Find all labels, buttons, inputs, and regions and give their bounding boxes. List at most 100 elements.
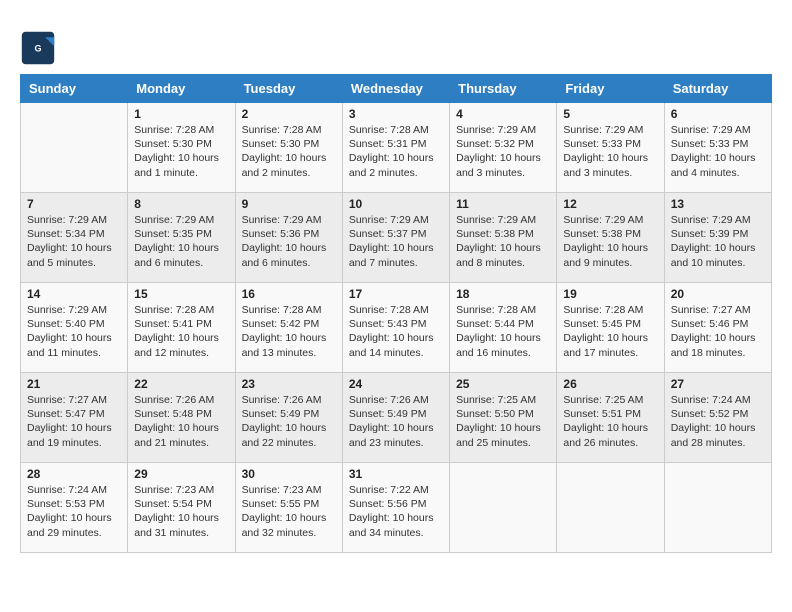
column-header-tuesday: Tuesday xyxy=(235,75,342,103)
day-info: Sunrise: 7:28 AM Sunset: 5:45 PM Dayligh… xyxy=(563,303,657,360)
day-info: Sunrise: 7:29 AM Sunset: 5:36 PM Dayligh… xyxy=(242,213,336,270)
day-number: 4 xyxy=(456,107,550,121)
day-info: Sunrise: 7:25 AM Sunset: 5:50 PM Dayligh… xyxy=(456,393,550,450)
calendar-cell: 19Sunrise: 7:28 AM Sunset: 5:45 PM Dayli… xyxy=(557,283,664,373)
day-info: Sunrise: 7:26 AM Sunset: 5:48 PM Dayligh… xyxy=(134,393,228,450)
day-number: 24 xyxy=(349,377,443,391)
day-info: Sunrise: 7:28 AM Sunset: 5:31 PM Dayligh… xyxy=(349,123,443,180)
column-header-thursday: Thursday xyxy=(450,75,557,103)
calendar-cell: 2Sunrise: 7:28 AM Sunset: 5:30 PM Daylig… xyxy=(235,103,342,193)
day-info: Sunrise: 7:29 AM Sunset: 5:37 PM Dayligh… xyxy=(349,213,443,270)
day-info: Sunrise: 7:26 AM Sunset: 5:49 PM Dayligh… xyxy=(242,393,336,450)
day-number: 22 xyxy=(134,377,228,391)
week-row-5: 28 Sunrise: 7:24 AM Sunset: 5:53 PM Dayli… xyxy=(21,463,772,553)
day-info: Sunrise: 7:29 AM Sunset: 5:35 PM Dayligh… xyxy=(134,213,228,270)
calendar-cell: 5 Sunrise: 7:29 AM Sunset: 5:33 PM Daylig… xyxy=(557,103,664,193)
day-info: Sunrise: 7:29 AM Sunset: 5:38 PM Dayligh… xyxy=(563,213,657,270)
svg-text:G: G xyxy=(34,44,41,54)
calendar-cell: 12Sunrise: 7:29 AM Sunset: 5:38 PM Dayli… xyxy=(557,193,664,283)
day-info: Sunrise: 7:26 AM Sunset: 5:49 PM Dayligh… xyxy=(349,393,443,450)
day-number: 25 xyxy=(456,377,550,391)
day-info: Sunrise: 7:29 AM Sunset: 5:33 PM Dayligh… xyxy=(563,123,657,180)
calendar-cell: 16 Sunrise: 7:28 AM Sunset: 5:42 PM Dayli… xyxy=(235,283,342,373)
calendar-cell: 26Sunrise: 7:25 AM Sunset: 5:51 PM Dayli… xyxy=(557,373,664,463)
day-info: Sunrise: 7:29 AM Sunset: 5:34 PM Dayligh… xyxy=(27,213,121,270)
column-header-sunday: Sunday xyxy=(21,75,128,103)
calendar-cell xyxy=(21,103,128,193)
day-number: 26 xyxy=(563,377,657,391)
calendar-cell: 9 Sunrise: 7:29 AM Sunset: 5:36 PM Daylig… xyxy=(235,193,342,283)
day-info: Sunrise: 7:28 AM Sunset: 5:44 PM Dayligh… xyxy=(456,303,550,360)
day-number: 1 xyxy=(134,107,228,121)
week-row-4: 21 Sunrise: 7:27 AM Sunset: 5:47 PM Dayli… xyxy=(21,373,772,463)
day-number: 11 xyxy=(456,197,550,211)
day-info: Sunrise: 7:27 AM Sunset: 5:46 PM Dayligh… xyxy=(671,303,765,360)
day-number: 29 xyxy=(134,467,228,481)
day-number: 8 xyxy=(134,197,228,211)
calendar-cell: 10 Sunrise: 7:29 AM Sunset: 5:37 PM Dayli… xyxy=(342,193,449,283)
calendar-cell: 30Sunrise: 7:23 AM Sunset: 5:55 PM Dayli… xyxy=(235,463,342,553)
day-info: Sunrise: 7:29 AM Sunset: 5:39 PM Dayligh… xyxy=(671,213,765,270)
day-number: 28 xyxy=(27,467,121,481)
calendar-cell: 25 Sunrise: 7:25 AM Sunset: 5:50 PM Dayli… xyxy=(450,373,557,463)
calendar-cell: 14 Sunrise: 7:29 AM Sunset: 5:40 PM Dayli… xyxy=(21,283,128,373)
calendar-cell: 8 Sunrise: 7:29 AM Sunset: 5:35 PM Daylig… xyxy=(128,193,235,283)
day-number: 21 xyxy=(27,377,121,391)
day-info: Sunrise: 7:24 AM Sunset: 5:53 PM Dayligh… xyxy=(27,483,121,540)
calendar-cell: 6Sunrise: 7:29 AM Sunset: 5:33 PM Daylig… xyxy=(664,103,771,193)
day-number: 20 xyxy=(671,287,765,301)
day-number: 10 xyxy=(349,197,443,211)
column-header-saturday: Saturday xyxy=(664,75,771,103)
week-row-2: 7 Sunrise: 7:29 AM Sunset: 5:34 PM Daylig… xyxy=(21,193,772,283)
calendar-cell xyxy=(450,463,557,553)
day-number: 14 xyxy=(27,287,121,301)
day-info: Sunrise: 7:24 AM Sunset: 5:52 PM Dayligh… xyxy=(671,393,765,450)
calendar-cell: 13 Sunrise: 7:29 AM Sunset: 5:39 PM Dayli… xyxy=(664,193,771,283)
day-info: Sunrise: 7:23 AM Sunset: 5:55 PM Dayligh… xyxy=(242,483,336,540)
column-header-friday: Friday xyxy=(557,75,664,103)
day-info: Sunrise: 7:27 AM Sunset: 5:47 PM Dayligh… xyxy=(27,393,121,450)
calendar-cell: 21 Sunrise: 7:27 AM Sunset: 5:47 PM Dayli… xyxy=(21,373,128,463)
calendar-cell xyxy=(664,463,771,553)
calendar-cell: 27 Sunrise: 7:24 AM Sunset: 5:52 PM Dayli… xyxy=(664,373,771,463)
week-row-1: 1Sunrise: 7:28 AM Sunset: 5:30 PM Daylig… xyxy=(21,103,772,193)
calendar-cell: 23 Sunrise: 7:26 AM Sunset: 5:49 PM Dayli… xyxy=(235,373,342,463)
calendar-body: 1Sunrise: 7:28 AM Sunset: 5:30 PM Daylig… xyxy=(21,103,772,553)
calendar-cell: 29 Sunrise: 7:23 AM Sunset: 5:54 PM Dayli… xyxy=(128,463,235,553)
calendar-cell: 28 Sunrise: 7:24 AM Sunset: 5:53 PM Dayli… xyxy=(21,463,128,553)
calendar-header: SundayMondayTuesdayWednesdayThursdayFrid… xyxy=(21,75,772,103)
day-number: 15 xyxy=(134,287,228,301)
column-header-monday: Monday xyxy=(128,75,235,103)
day-info: Sunrise: 7:29 AM Sunset: 5:40 PM Dayligh… xyxy=(27,303,121,360)
day-number: 9 xyxy=(242,197,336,211)
day-number: 31 xyxy=(349,467,443,481)
calendar-cell xyxy=(557,463,664,553)
day-number: 13 xyxy=(671,197,765,211)
day-info: Sunrise: 7:29 AM Sunset: 5:38 PM Dayligh… xyxy=(456,213,550,270)
day-number: 3 xyxy=(349,107,443,121)
calendar-cell: 20 Sunrise: 7:27 AM Sunset: 5:46 PM Dayli… xyxy=(664,283,771,373)
calendar-cell: 1Sunrise: 7:28 AM Sunset: 5:30 PM Daylig… xyxy=(128,103,235,193)
day-info: Sunrise: 7:28 AM Sunset: 5:42 PM Dayligh… xyxy=(242,303,336,360)
day-number: 23 xyxy=(242,377,336,391)
day-number: 17 xyxy=(349,287,443,301)
day-number: 7 xyxy=(27,197,121,211)
day-number: 27 xyxy=(671,377,765,391)
day-number: 5 xyxy=(563,107,657,121)
day-number: 2 xyxy=(242,107,336,121)
page-header: G xyxy=(20,24,772,66)
day-number: 6 xyxy=(671,107,765,121)
day-info: Sunrise: 7:28 AM Sunset: 5:43 PM Dayligh… xyxy=(349,303,443,360)
calendar-cell: 24 Sunrise: 7:26 AM Sunset: 5:49 PM Dayli… xyxy=(342,373,449,463)
calendar-cell: 22 Sunrise: 7:26 AM Sunset: 5:48 PM Dayli… xyxy=(128,373,235,463)
calendar-cell: 31Sunrise: 7:22 AM Sunset: 5:56 PM Dayli… xyxy=(342,463,449,553)
column-header-wednesday: Wednesday xyxy=(342,75,449,103)
calendar-cell: 7 Sunrise: 7:29 AM Sunset: 5:34 PM Daylig… xyxy=(21,193,128,283)
calendar-cell: 11 Sunrise: 7:29 AM Sunset: 5:38 PM Dayli… xyxy=(450,193,557,283)
day-number: 16 xyxy=(242,287,336,301)
day-info: Sunrise: 7:28 AM Sunset: 5:41 PM Dayligh… xyxy=(134,303,228,360)
day-info: Sunrise: 7:23 AM Sunset: 5:54 PM Dayligh… xyxy=(134,483,228,540)
week-row-3: 14 Sunrise: 7:29 AM Sunset: 5:40 PM Dayli… xyxy=(21,283,772,373)
calendar-table: SundayMondayTuesdayWednesdayThursdayFrid… xyxy=(20,74,772,553)
calendar-cell: 17 Sunrise: 7:28 AM Sunset: 5:43 PM Dayli… xyxy=(342,283,449,373)
